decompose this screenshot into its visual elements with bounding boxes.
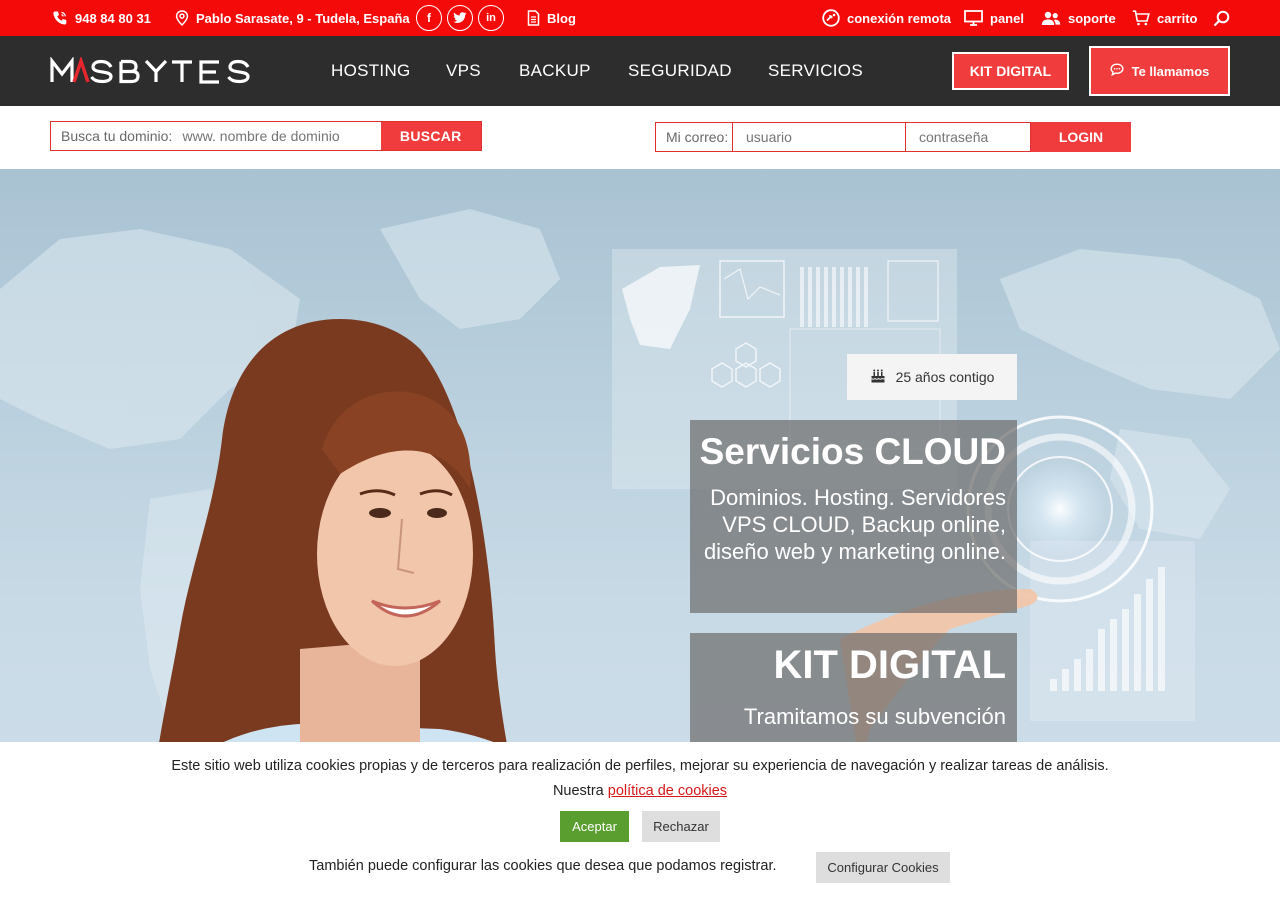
- years-badge: 25 años contigo: [847, 354, 1017, 400]
- remote-connection-link[interactable]: conexión remota: [822, 0, 951, 36]
- login-form: Mi correo: LOGIN: [655, 122, 1131, 152]
- kit-digital-button[interactable]: KIT DIGITAL: [952, 52, 1069, 90]
- login-user-input[interactable]: [732, 122, 906, 152]
- logo-wordmark: [50, 57, 250, 84]
- support-link[interactable]: soporte: [1041, 0, 1116, 36]
- blog-label: Blog: [547, 10, 576, 26]
- address[interactable]: Pablo Sarasate, 9 - Tudela, España: [175, 0, 410, 36]
- cookie-policy-link[interactable]: política de cookies: [608, 783, 727, 799]
- cookie-policy-prefix: Nuestra: [552, 783, 604, 799]
- twitter-icon[interactable]: [447, 5, 473, 31]
- search-login-row: Busca tu dominio: BUSCAR Mi correo: LOGI…: [0, 106, 1280, 169]
- remote-connection-label: conexión remota: [847, 10, 952, 26]
- domain-search-form: Busca tu dominio: BUSCAR: [50, 121, 482, 151]
- domain-search-label: Busca tu dominio:: [61, 128, 173, 144]
- cart-label: carrito: [1157, 10, 1198, 26]
- nav-backup[interactable]: BACKUP: [519, 36, 591, 106]
- masbytes-logo[interactable]: [50, 56, 262, 86]
- birthday-cake-icon: [870, 368, 886, 387]
- cloud-services-description: Dominios. Hosting. Servidores VPS CLOUD,…: [703, 485, 1006, 564]
- reject-cookies-button[interactable]: Rechazar: [642, 811, 720, 842]
- top-info-bar: 948 84 80 31 Pablo Sarasate, 9 - Tudela,…: [0, 0, 1280, 36]
- login-password-input[interactable]: [906, 122, 1031, 152]
- cloud-services-box: Servicios CLOUD Dominios. Hosting. Servi…: [690, 420, 1017, 613]
- call-us-label: Te llamamos: [1131, 63, 1210, 79]
- main-navigation: HOSTING VPS BACKUP SEGURIDAD SERVICIOS K…: [0, 36, 1280, 106]
- domain-search-button[interactable]: BUSCAR: [380, 122, 482, 150]
- cookie-policy-line: Nuestra política de cookies: [0, 783, 1280, 799]
- accept-cookies-button[interactable]: Aceptar: [560, 811, 629, 842]
- phone-number: 948 84 80 31: [75, 10, 151, 26]
- login-button[interactable]: LOGIN: [1031, 122, 1131, 152]
- domain-search-input[interactable]: [175, 122, 381, 150]
- remote-connection-icon: [822, 9, 840, 27]
- document-icon: [527, 10, 540, 26]
- years-badge-text: 25 años contigo: [895, 369, 995, 385]
- users-icon: [1041, 11, 1061, 26]
- facebook-icon[interactable]: f: [416, 5, 442, 31]
- panel-link[interactable]: panel: [964, 0, 1024, 36]
- cloud-services-title: Servicios CLOUD: [699, 431, 1006, 472]
- panel-label: panel: [990, 10, 1024, 26]
- search-icon[interactable]: [1213, 0, 1230, 36]
- cookie-configure-text: También puede configurar las cookies que…: [309, 858, 777, 874]
- call-us-button[interactable]: Te llamamos: [1089, 46, 1230, 96]
- location-pin-icon: [175, 10, 189, 26]
- linkedin-icon[interactable]: in: [478, 5, 504, 31]
- nav-vps[interactable]: VPS: [446, 36, 481, 106]
- support-label: soporte: [1068, 10, 1116, 26]
- nav-hosting[interactable]: HOSTING: [331, 36, 411, 106]
- configure-cookies-button[interactable]: Configurar Cookies: [816, 852, 950, 883]
- cart-icon: [1132, 10, 1150, 26]
- kit-digital-title: KIT DIGITAL: [773, 643, 1006, 687]
- blog-link[interactable]: Blog: [527, 0, 576, 36]
- nav-servicios[interactable]: SERVICIOS: [768, 36, 863, 106]
- monitor-icon: [964, 10, 983, 26]
- cart-link[interactable]: carrito: [1132, 0, 1197, 36]
- kit-digital-description: Tramitamos su subvención: [743, 704, 1006, 729]
- login-email-label: Mi correo:: [655, 122, 732, 152]
- phone-icon: [52, 10, 68, 26]
- nav-seguridad[interactable]: SEGURIDAD: [628, 36, 732, 106]
- phone-contact[interactable]: 948 84 80 31: [52, 0, 151, 36]
- cookie-consent-banner: Este sitio web utiliza cookies propias y…: [0, 742, 1280, 900]
- address-text: Pablo Sarasate, 9 - Tudela, España: [196, 10, 410, 26]
- cookie-message: Este sitio web utiliza cookies propias y…: [171, 758, 1109, 774]
- chat-bubble-icon: [1110, 63, 1124, 79]
